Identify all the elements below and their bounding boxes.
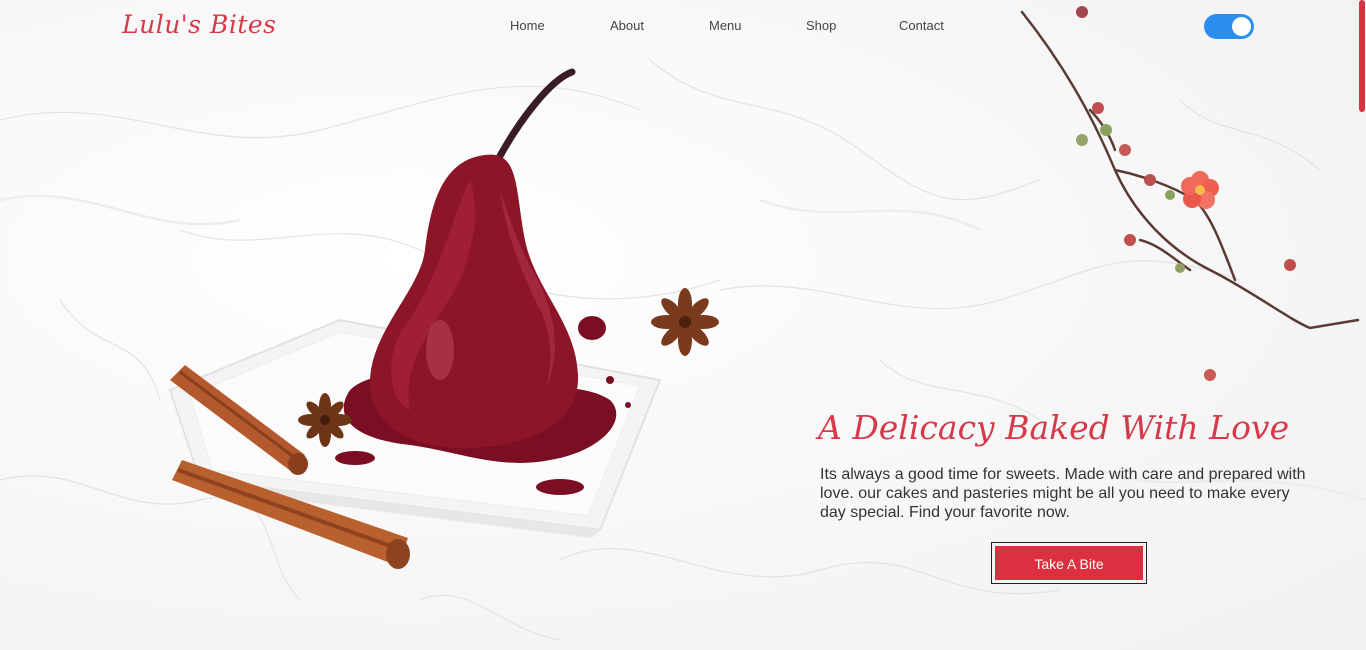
- pear: [369, 68, 579, 449]
- nav-contact[interactable]: Contact: [899, 18, 944, 33]
- landing-page: Lulu's Bites Home About Menu Shop Contac…: [0, 0, 1366, 650]
- nav-menu[interactable]: Menu: [709, 18, 742, 33]
- flowering-branch-image: [1020, 6, 1360, 381]
- nav-shop[interactable]: Shop: [806, 18, 836, 33]
- nav-about[interactable]: About: [610, 18, 644, 33]
- nav-home[interactable]: Home: [510, 18, 545, 33]
- hero-title: A Delicacy Baked With Love: [818, 408, 1290, 447]
- cta-frame: Take A Bite: [991, 542, 1147, 584]
- poached-pear-image: [168, 68, 719, 569]
- brand-logo[interactable]: Lulu's Bites: [122, 10, 277, 39]
- take-a-bite-button[interactable]: Take A Bite: [995, 546, 1143, 580]
- flower: [1181, 171, 1219, 209]
- star-anise-right: [651, 288, 719, 356]
- hero-description: Its always a good time for sweets. Made …: [820, 466, 1306, 521]
